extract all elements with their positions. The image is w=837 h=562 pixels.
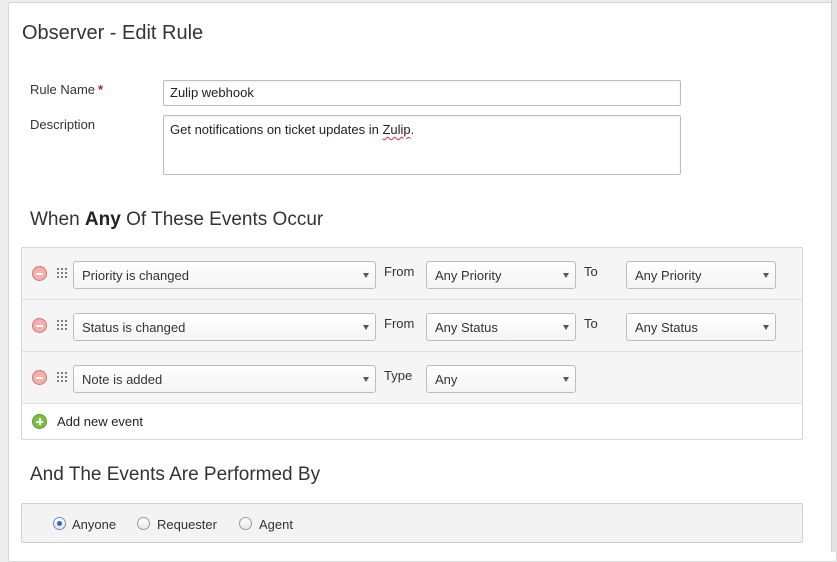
from-label: From: [384, 316, 415, 331]
from-status-select[interactable]: Any Status: [426, 313, 576, 341]
rule-name-value: Zulip webhook: [170, 85, 254, 100]
drag-handle-icon[interactable]: [56, 319, 68, 331]
type-label: Type: [384, 368, 413, 383]
to-label: To: [584, 316, 598, 331]
performer-options: Anyone Requester Agent: [21, 503, 803, 543]
remove-event-icon[interactable]: [32, 370, 47, 385]
note-type-select[interactable]: Any: [426, 365, 576, 393]
chevron-down-icon: [363, 377, 369, 382]
agent-radio[interactable]: [239, 517, 252, 530]
chevron-down-icon: [763, 325, 769, 330]
chevron-down-icon: [363, 325, 369, 330]
requester-label[interactable]: Requester: [157, 517, 217, 532]
agent-label[interactable]: Agent: [259, 517, 293, 532]
from-label: From: [384, 264, 415, 279]
events-title-suffix: Of These Events Occur: [120, 209, 324, 230]
description-prefix: Get notifications on ticket updates in: [170, 122, 383, 137]
events-title-emphasis: Any: [84, 209, 121, 230]
spellcheck-flagged-word: Zulip: [382, 122, 411, 137]
description-suffix: .: [410, 122, 415, 137]
event-type-select[interactable]: Priority is changed: [73, 261, 376, 289]
event-type-value: Note is added: [82, 372, 163, 387]
description-textarea[interactable]: Get notifications on ticket updates in Z…: [163, 115, 681, 175]
to-priority-select[interactable]: Any Priority: [626, 261, 776, 289]
to-label: To: [584, 264, 598, 279]
event-row: Status is changed From Any Status To Any…: [22, 300, 802, 352]
performer-section-title: And The Events Are Performed By: [30, 464, 321, 485]
event-row: Priority is changed From Any Priority To…: [22, 248, 802, 300]
from-status-value: Any Status: [435, 320, 498, 335]
event-type-value: Status is changed: [82, 320, 186, 335]
required-marker: *: [98, 82, 104, 97]
event-row: Note is added Type Any: [22, 352, 802, 404]
to-status-select[interactable]: Any Status: [626, 313, 776, 341]
remove-event-icon[interactable]: [32, 318, 47, 333]
events-section-title: When Any Of These Events Occur: [30, 209, 323, 231]
event-type-select[interactable]: Note is added: [73, 365, 376, 393]
from-priority-value: Any Priority: [435, 268, 502, 283]
add-new-event-link[interactable]: Add new event: [57, 414, 143, 429]
anyone-label[interactable]: Anyone: [72, 517, 116, 532]
note-type-value: Any: [435, 372, 458, 387]
requester-radio[interactable]: [137, 517, 150, 530]
to-priority-value: Any Priority: [635, 268, 702, 283]
chevron-down-icon: [563, 273, 569, 278]
from-priority-select[interactable]: Any Priority: [426, 261, 576, 289]
add-event-icon[interactable]: [32, 414, 47, 429]
rule-name-label: Rule Name *: [30, 82, 103, 97]
to-status-value: Any Status: [635, 320, 698, 335]
remove-event-icon[interactable]: [32, 266, 47, 281]
events-list: Priority is changed From Any Priority To…: [21, 247, 803, 440]
chevron-down-icon: [363, 273, 369, 278]
chevron-down-icon: [763, 273, 769, 278]
events-title-prefix: When: [30, 209, 85, 230]
event-type-value: Priority is changed: [82, 268, 189, 283]
chevron-down-icon: [563, 325, 569, 330]
event-type-select[interactable]: Status is changed: [73, 313, 376, 341]
description-text: Get notifications on ticket updates in Z…: [170, 122, 414, 137]
drag-handle-icon[interactable]: [56, 267, 68, 279]
page-scrollbar[interactable]: [831, 0, 837, 552]
anyone-radio[interactable]: [53, 517, 66, 530]
drag-handle-icon[interactable]: [56, 371, 68, 383]
rule-name-input[interactable]: Zulip webhook: [163, 80, 681, 106]
description-label: Description: [30, 117, 96, 132]
chevron-down-icon: [563, 377, 569, 382]
page-title: Observer - Edit Rule: [22, 22, 204, 44]
rule-name-label-text: Rule Name: [30, 82, 96, 97]
